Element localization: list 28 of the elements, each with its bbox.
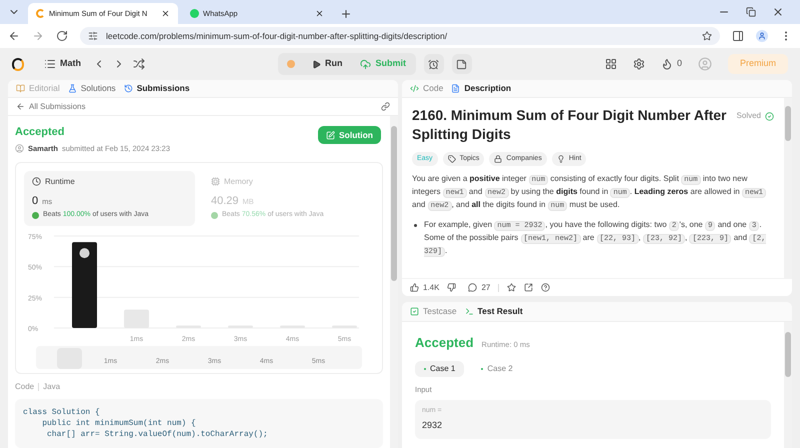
problem-title: 2160. Minimum Sum of Four Digit Number After Splitting Digits (412, 106, 728, 144)
stat-label: Memory (224, 176, 253, 188)
problem-list-link[interactable]: Math (60, 57, 81, 71)
submission-status: Accepted (15, 125, 66, 140)
result-status: Accepted (415, 334, 474, 352)
comments-button[interactable]: 27 (468, 282, 490, 294)
stat-value: 40.29 (211, 194, 239, 209)
panel-tab[interactable]: Description (451, 82, 512, 95)
address-bar[interactable]: leetcode.com/problems/minimum-sum-of-four-digit-number-after-splitting-digits/description/ (80, 27, 720, 45)
stat-value: 0 (32, 194, 38, 209)
like-button[interactable]: 1.4K (410, 282, 440, 294)
variable-value: 2932 (422, 419, 444, 432)
code-line: char[] arr= String.valueOf(num).toCharArray(); (46, 428, 269, 440)
solved-label: Solved (736, 110, 761, 122)
language-label: Java (43, 380, 60, 393)
panel-tab[interactable]: Solutions (68, 82, 116, 95)
all-submissions-link[interactable]: All Submissions (29, 100, 86, 112)
code-label: Code (15, 380, 34, 393)
run-button[interactable]: Run (304, 55, 350, 73)
streak-count: 0 (676, 57, 682, 70)
code-line: public int minimumSum(int num) { (41, 418, 197, 429)
case-tab[interactable]: Case 2 (472, 360, 522, 376)
url-text: leetcode.com/problems/minimum-sum-of-four-digit-number-after-splitting-digits/description/ (106, 30, 448, 42)
case-tab[interactable]: Case 1 (415, 360, 464, 376)
stat-label: Runtime (45, 176, 75, 188)
panel-tab[interactable]: Test Result (464, 305, 523, 318)
panel-tab[interactable]: Submissions (124, 82, 190, 95)
code-line: class Solution { (23, 406, 101, 418)
